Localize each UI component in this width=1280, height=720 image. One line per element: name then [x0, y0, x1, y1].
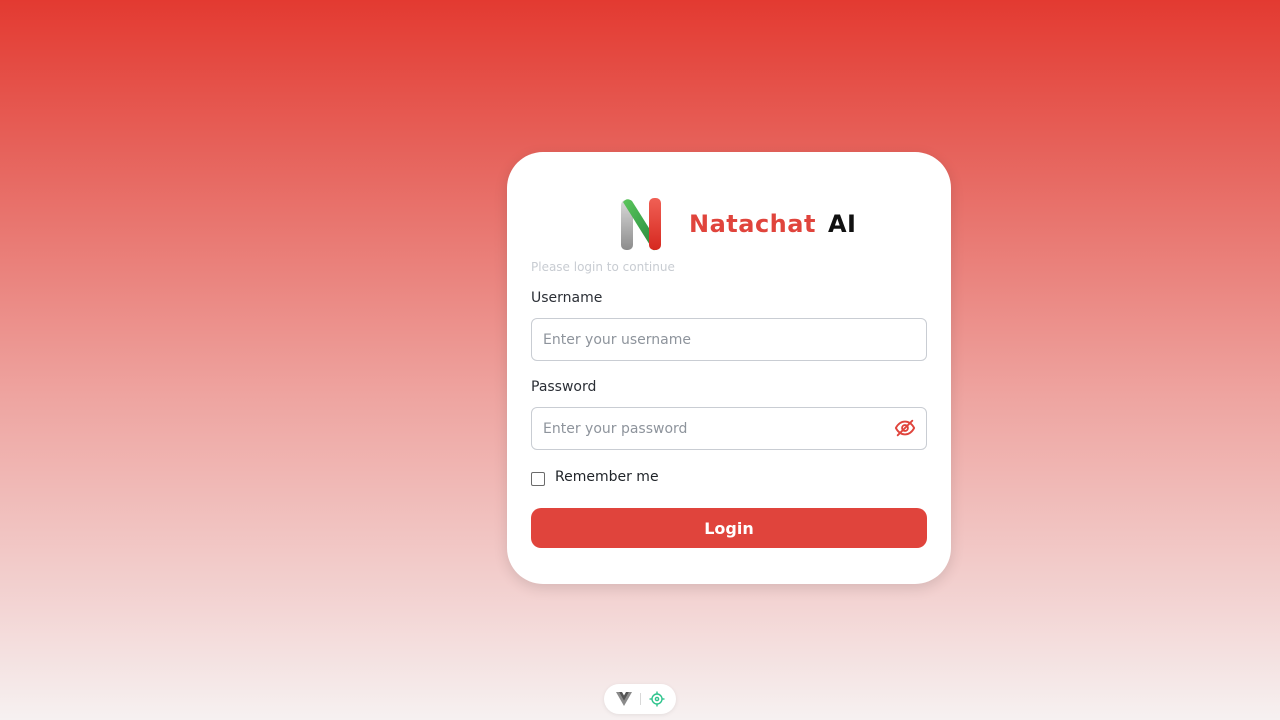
password-input[interactable]	[532, 408, 872, 449]
remember-me-row[interactable]: Remember me	[531, 468, 659, 486]
brand-name-secondary: AI	[827, 210, 857, 238]
vue-logo-icon[interactable]	[615, 692, 632, 706]
password-field-box	[531, 407, 927, 450]
devtools-separator	[639, 693, 641, 705]
username-label: Username	[531, 290, 603, 306]
crosshair-icon[interactable]	[649, 691, 665, 707]
login-card: Natachat AI Please login to continue Use…	[507, 152, 951, 584]
login-button[interactable]: Login	[531, 508, 927, 548]
eye-off-icon[interactable]	[894, 417, 916, 439]
brand-header: Natachat AI	[619, 196, 856, 252]
natachat-n-logo-icon	[621, 198, 661, 251]
devtools-toolbar	[604, 684, 676, 714]
brand-name-primary: Natachat	[689, 210, 816, 238]
username-field-box	[531, 318, 927, 361]
password-label: Password	[531, 379, 597, 395]
brand-name: Natachat AI	[689, 210, 856, 238]
login-subtitle: Please login to continue	[531, 260, 675, 274]
username-input[interactable]	[532, 319, 872, 360]
remember-me-label[interactable]: Remember me	[555, 469, 659, 485]
remember-me-checkbox[interactable]	[531, 472, 545, 486]
